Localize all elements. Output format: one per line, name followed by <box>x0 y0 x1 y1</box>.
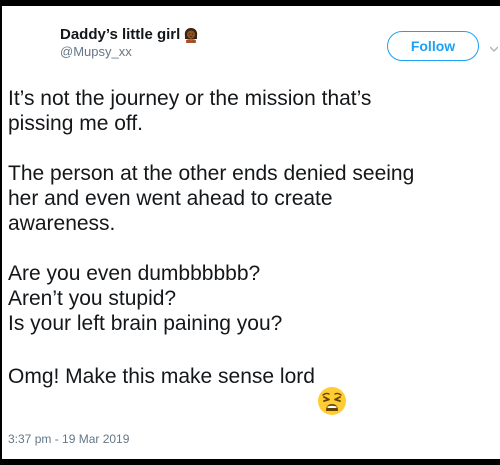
tweet-timestamp[interactable]: 3:37 pm - 19 Mar 2019 <box>8 432 129 446</box>
tweet-paragraph-text: Omg! Make this make sense lord <box>8 364 315 388</box>
window-border-left <box>0 0 2 465</box>
tweet-paragraph: Are you even dumbbbbbb? Aren’t you stupi… <box>8 262 283 335</box>
tweet-header: Daddy’s little girl @Mupsy_xx <box>60 26 199 59</box>
name-row: Daddy’s little girl <box>60 26 199 43</box>
follow-button[interactable]: Follow <box>387 31 479 61</box>
tweet-paragraph-last: Omg! Make this make sense lord <box>8 361 492 415</box>
tweet-paragraph: It’s not the journey or the mission that… <box>8 87 372 135</box>
window-border-bottom <box>0 459 500 465</box>
display-name[interactable]: Daddy’s little girl <box>60 26 180 43</box>
woman-gesturing-no-emoji-icon <box>183 27 199 43</box>
avatar[interactable] <box>2 6 48 68</box>
chevron-down-icon[interactable] <box>489 40 499 56</box>
weary-face-emoji-icon <box>317 361 347 415</box>
tweet-text: It’s not the journey or the mission that… <box>8 86 492 415</box>
tweet-paragraph: The person at the other ends denied seei… <box>8 162 415 235</box>
user-handle[interactable]: @Mupsy_xx <box>60 44 199 59</box>
window-border-top <box>0 0 500 6</box>
